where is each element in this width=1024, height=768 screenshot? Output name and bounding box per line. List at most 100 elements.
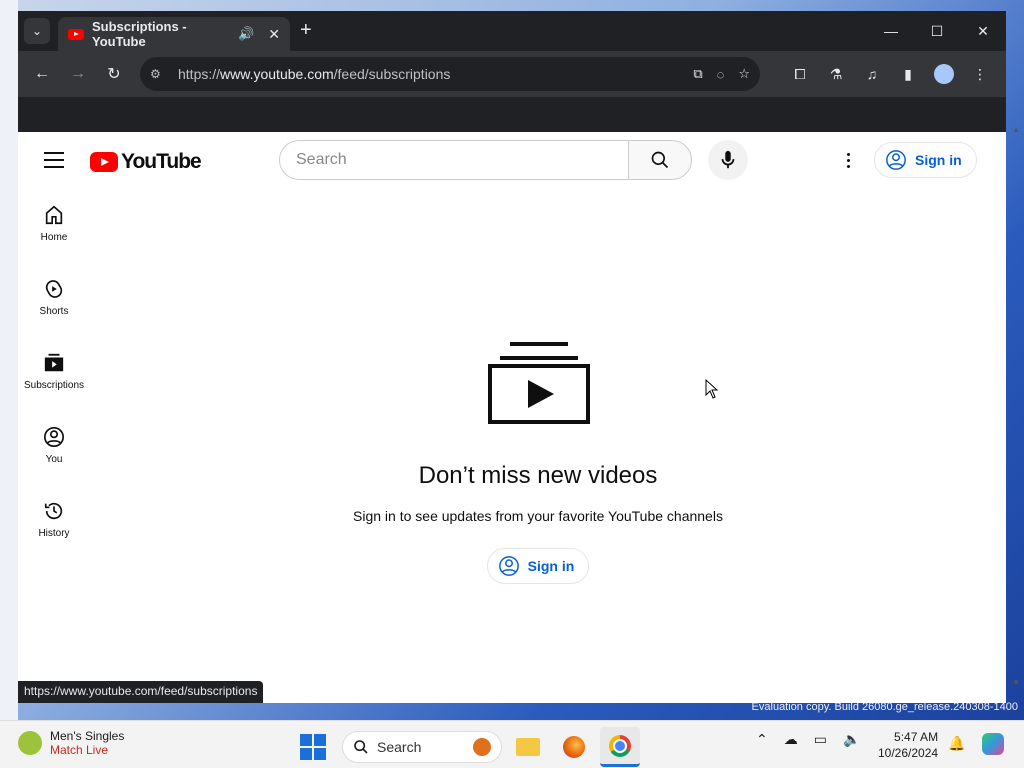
search-input[interactable]: Search <box>279 140 629 180</box>
clock-date: 10/26/2024 <box>878 746 939 760</box>
guide-label: History <box>38 528 70 539</box>
sign-in-label: Sign in <box>915 152 962 168</box>
window-controls: — ☐ ✕ <box>868 11 1006 51</box>
maximize-button[interactable]: ☐ <box>914 11 960 51</box>
folder-icon <box>516 738 540 756</box>
infobar-area <box>18 97 1006 132</box>
voice-search-button[interactable] <box>708 140 748 180</box>
mini-guide: Home Shorts Subscriptions You History <box>18 188 90 558</box>
sign-in-button-main[interactable]: Sign in <box>486 548 590 584</box>
tab-strip: ⌄ Subscriptions - YouTube 🔊 ✕ + — ☐ ✕ <box>18 11 1006 51</box>
widget-title: Men's Singles <box>50 729 125 743</box>
system-tray: ⌃ ☁ ▭ 🔈 <box>756 731 876 748</box>
guide-label: Home <box>40 232 68 243</box>
microphone-icon <box>721 150 735 169</box>
subscriptions-icon <box>44 353 64 372</box>
empty-state-title: Don’t miss new videos <box>418 462 658 489</box>
youtube-favicon-icon <box>68 28 84 40</box>
widget-subtitle: Match Live <box>50 743 109 757</box>
firefox-button[interactable] <box>554 727 594 767</box>
forward-button[interactable]: → <box>62 58 94 90</box>
audio-playing-icon[interactable]: 🔊 <box>238 26 254 42</box>
tab-title: Subscriptions - YouTube <box>92 19 187 49</box>
guide-item-subscriptions[interactable]: Subscriptions <box>18 336 90 410</box>
sign-in-button-top[interactable]: Sign in <box>874 142 977 178</box>
youtube-logo[interactable]: YouTube <box>90 150 202 174</box>
search-button[interactable] <box>628 140 692 180</box>
search-highlight-icon <box>473 738 491 756</box>
news-widget[interactable]: Men's Singles Match Live <box>18 729 124 757</box>
guide-item-shorts[interactable]: Shorts <box>18 262 90 336</box>
guide-item-you[interactable]: You <box>18 410 90 484</box>
address-bar[interactable]: ⚙ https://www.youtube.com/feed/subscript… <box>140 57 760 91</box>
close-window-button[interactable]: ✕ <box>960 11 1006 51</box>
browser-toolbar: ← → ↻ ⚙ https://www.youtube.com/feed/sub… <box>18 51 1006 97</box>
file-explorer-button[interactable] <box>508 727 548 767</box>
youtube-page: YouTube Search Sign in Home Shorts Subsc… <box>18 132 1006 703</box>
tracking-protection-icon[interactable]: ◌ <box>717 67 725 82</box>
sign-in-label: Sign in <box>527 558 575 574</box>
toolbar-actions: ⧠ ⚗ ♫ ▮ ⋮ <box>782 58 998 90</box>
link-status-bubble: https://www.youtube.com/feed/subscriptio… <box>18 681 264 703</box>
notifications-bell-icon[interactable]: 🔔 <box>948 735 965 752</box>
guide-label: You <box>45 454 63 465</box>
browser-window: ⌄ Subscriptions - YouTube 🔊 ✕ + — ☐ ✕ ← … <box>18 11 1006 703</box>
chrome-icon <box>609 734 631 757</box>
start-button[interactable] <box>300 734 326 760</box>
guide-item-history[interactable]: History <box>18 484 90 558</box>
onedrive-icon[interactable]: ☁ <box>784 731 798 748</box>
taskbar-apps: Search <box>300 727 640 767</box>
side-panel-icon[interactable]: ▮ <box>890 58 926 90</box>
history-icon <box>44 502 63 520</box>
taskbar-search-label: Search <box>377 739 422 755</box>
scroll-down-arrow-icon[interactable]: ▼ <box>1012 678 1020 687</box>
youtube-logo-text: YouTube <box>121 150 202 173</box>
bookmark-star-icon[interactable]: ☆ <box>738 66 750 82</box>
copilot-icon[interactable] <box>982 733 1004 755</box>
minimize-button[interactable]: — <box>868 11 914 51</box>
system-clock[interactable]: 5:47 AM 10/26/2024 <box>878 729 938 761</box>
firefox-icon <box>563 736 585 758</box>
account-circle-icon <box>498 556 519 576</box>
subscriptions-illustration-icon <box>488 342 590 424</box>
tennis-widget-icon <box>18 731 42 755</box>
account-circle-icon <box>886 150 906 170</box>
taskbar-search[interactable]: Search <box>342 731 502 763</box>
search-icon <box>354 740 368 754</box>
scroll-up-arrow-icon[interactable]: ▲ <box>1012 125 1020 134</box>
mouse-cursor-icon <box>705 379 719 399</box>
show-hidden-icons-chevron-icon[interactable]: ⌃ <box>756 731 768 748</box>
clock-time: 5:47 AM <box>894 730 939 744</box>
guide-label: Shorts <box>39 306 69 317</box>
settings-menu-icon[interactable] <box>838 150 858 170</box>
media-control-icon[interactable]: ♫ <box>854 58 890 90</box>
volume-icon[interactable]: 🔈 <box>843 731 860 748</box>
guide-item-home[interactable]: Home <box>18 188 90 262</box>
tab-search-button[interactable]: ⌄ <box>24 18 50 44</box>
labs-icon[interactable]: ⚗ <box>818 58 854 90</box>
windows-taskbar: Men's Singles Match Live Search ⌃ ☁ ▭ 🔈 … <box>0 720 1024 768</box>
profile-avatar-icon[interactable] <box>926 58 962 90</box>
site-info-icon[interactable]: ⚙ <box>150 67 168 81</box>
tab-close-icon[interactable]: ✕ <box>268 26 280 43</box>
url-text[interactable]: https://www.youtube.com/feed/subscriptio… <box>178 66 679 82</box>
empty-state-subtitle: Sign in to see updates from your favorit… <box>353 508 723 524</box>
back-button[interactable]: ← <box>26 58 58 90</box>
chrome-menu-icon[interactable]: ⋮ <box>962 58 998 90</box>
youtube-masthead: YouTube Search Sign in <box>18 132 1006 188</box>
shorts-icon <box>45 280 63 298</box>
home-icon <box>45 205 63 225</box>
reload-button[interactable]: ↻ <box>98 58 130 90</box>
chrome-button[interactable] <box>600 727 640 767</box>
extensions-icon[interactable]: ⧠ <box>782 58 818 90</box>
guide-menu-icon[interactable] <box>44 152 64 173</box>
youtube-logo-icon <box>90 152 118 172</box>
guide-label: Subscriptions <box>23 380 85 391</box>
install-app-icon[interactable]: ⧉ <box>693 66 702 82</box>
you-icon <box>44 427 64 447</box>
tab-subscriptions[interactable]: Subscriptions - YouTube 🔊 ✕ <box>58 17 290 51</box>
new-tab-button[interactable]: + <box>300 19 312 42</box>
empty-state: Don’t miss new videos Sign in to see upd… <box>278 332 798 584</box>
desktop-icons-edge <box>0 0 18 720</box>
network-icon[interactable]: ▭ <box>814 731 827 748</box>
